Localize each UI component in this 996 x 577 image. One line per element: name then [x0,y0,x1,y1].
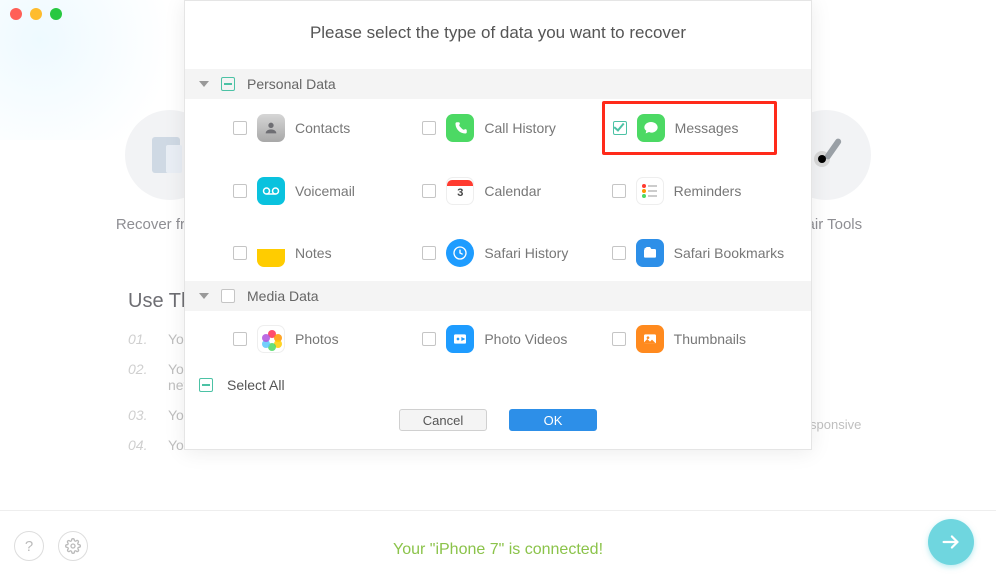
ok-button[interactable]: OK [509,409,597,431]
item-messages[interactable]: Messages [602,101,777,155]
history-icon [446,239,474,267]
photo-videos-icon [446,325,474,353]
item-thumbnails[interactable]: Thumbnails [608,319,797,359]
checkbox[interactable] [233,332,247,346]
item-label: Safari Bookmarks [674,245,784,261]
category-label: Media Data [247,288,319,304]
item-notes[interactable]: Notes [229,233,418,273]
checkbox[interactable] [613,121,627,135]
item-label: Voicemail [295,183,355,199]
item-voicemail[interactable]: Voicemail [229,171,418,211]
calendar-icon: 3 [446,177,474,205]
checkbox[interactable] [422,246,436,260]
item-label: Photos [295,331,339,347]
category-header-personal[interactable]: Personal Data [185,69,811,99]
minimize-window-button[interactable] [30,8,42,20]
item-reminders[interactable]: Reminders [608,171,797,211]
category-checkbox[interactable] [221,77,235,91]
connection-status: Your "iPhone 7" is connected! [0,541,996,559]
checkbox[interactable] [422,121,436,135]
item-label: Photo Videos [484,331,567,347]
item-calendar[interactable]: 3 Calendar [418,171,607,211]
item-photo-videos[interactable]: Photo Videos [418,319,607,359]
checkbox[interactable] [422,184,436,198]
thumbnails-icon [636,325,664,353]
item-label: Calendar [484,183,541,199]
phone-icon [446,114,474,142]
chevron-down-icon [199,81,209,87]
checkbox[interactable] [233,184,247,198]
checkbox[interactable] [612,184,626,198]
item-label: Notes [295,245,332,261]
item-label: Call History [484,120,556,136]
dialog-title: Please select the type of data you want … [185,1,811,69]
item-label: Safari History [484,245,568,261]
select-all-label: Select All [227,377,285,393]
item-safari-history[interactable]: Safari History [418,233,607,273]
contacts-icon [257,114,285,142]
category-checkbox[interactable] [221,289,235,303]
maximize-window-button[interactable] [50,8,62,20]
next-button[interactable] [928,519,974,565]
notes-icon [257,239,285,267]
category-label: Personal Data [247,76,336,92]
item-contacts[interactable]: Contacts [229,107,418,149]
checkbox[interactable] [422,332,436,346]
checkbox[interactable] [233,246,247,260]
item-photos[interactable]: Photos [229,319,418,359]
item-call-history[interactable]: Call History [418,107,607,149]
checkbox[interactable] [612,332,626,346]
reminders-icon [636,177,664,205]
data-type-selection-dialog: Please select the type of data you want … [184,0,812,450]
close-window-button[interactable] [10,8,22,20]
item-safari-bookmarks[interactable]: Safari Bookmarks [608,233,797,273]
window-controls [10,8,62,20]
item-label: Reminders [674,183,742,199]
item-label: Messages [675,120,739,136]
category-header-media[interactable]: Media Data [185,281,811,311]
messages-icon [637,114,665,142]
bookmarks-icon [636,239,664,267]
cancel-button[interactable]: Cancel [399,409,487,431]
chevron-down-icon [199,293,209,299]
arrow-right-icon [940,531,962,553]
checkbox[interactable] [612,246,626,260]
checkbox[interactable] [233,121,247,135]
photos-icon [257,325,285,353]
select-all-checkbox[interactable] [199,378,213,392]
item-label: Thumbnails [674,331,746,347]
item-label: Contacts [295,120,350,136]
voicemail-icon [257,177,285,205]
